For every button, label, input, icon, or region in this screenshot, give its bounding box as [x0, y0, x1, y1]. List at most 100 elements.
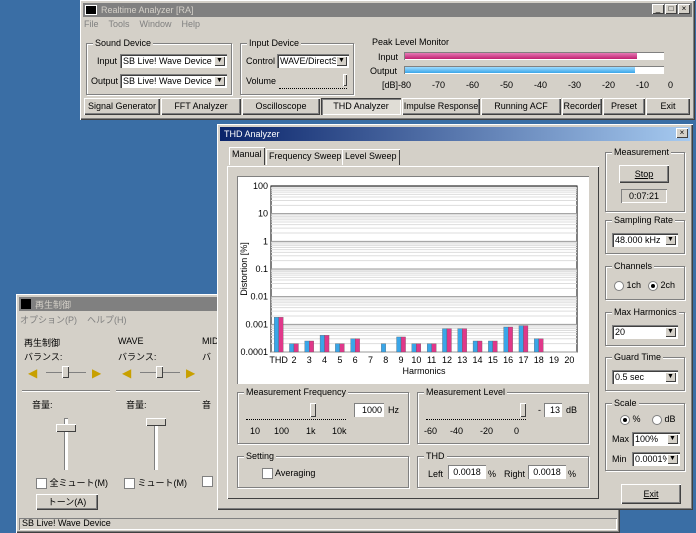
ra-titlebar[interactable]: Realtime Analyzer [RA] _ □ ×: [83, 3, 692, 17]
stop-button[interactable]: Stop: [619, 165, 669, 183]
bar: [472, 340, 478, 353]
mute-checkbox[interactable]: 全ミュート(M): [36, 476, 108, 490]
close-icon[interactable]: ×: [678, 4, 690, 14]
close-icon[interactable]: ×: [676, 128, 688, 138]
averaging-checkbox[interactable]: Averaging: [262, 468, 315, 480]
setting-group: Setting Averaging: [237, 451, 409, 488]
mute-checkbox[interactable]: [202, 476, 213, 488]
balance-slider-thumb[interactable]: [62, 366, 69, 378]
running-acf-button[interactable]: Running ACF: [481, 98, 561, 115]
peak-output-label: Output: [370, 66, 398, 76]
bar: [304, 340, 310, 353]
tab-frequency-sweep[interactable]: Frequency Sweep: [266, 149, 345, 165]
peak-input-meter: [404, 52, 664, 60]
recorder-button[interactable]: Recorder: [562, 98, 602, 115]
scale-db-radio[interactable]: dB: [652, 414, 676, 425]
frequency-tick: 1k: [306, 426, 316, 436]
balance-slider[interactable]: [140, 366, 180, 378]
mixer-column: WAVE バランス: ◀ ▶ 音量: ミュート(M): [116, 334, 202, 514]
scale-percent-radio[interactable]: %: [620, 414, 641, 425]
channel-2ch-radio[interactable]: 2ch: [648, 280, 675, 291]
signal-generator-button[interactable]: Signal Generator: [84, 98, 160, 115]
measurement-level-group: Measurement Level - 13 dB -60 -40 -20 0: [417, 387, 589, 444]
sampling-rate-select[interactable]: 48.000 kHz ▼: [612, 233, 678, 247]
mixer-menubar: オプション(P) ヘルプ(H): [20, 313, 127, 326]
control-label: Control: [246, 56, 276, 66]
volume-slider-thumb[interactable]: [146, 418, 166, 426]
level-tick: 0: [514, 426, 520, 436]
scale-max-select[interactable]: 100% ▼: [632, 432, 680, 446]
peak-tick: -10: [636, 80, 650, 90]
peak-tick: -70: [432, 80, 446, 90]
channel-2ch-label: 2ch: [660, 280, 676, 290]
output-device-select[interactable]: SB Live! Wave Device ▼: [120, 74, 227, 88]
chevron-down-icon: ▼: [667, 434, 678, 444]
maximize-icon[interactable]: □: [665, 4, 677, 14]
bar: [278, 317, 284, 353]
guard-time-select[interactable]: 0.5 sec ▼: [612, 370, 678, 384]
bar: [416, 343, 422, 353]
volume-slider[interactable]: [146, 418, 166, 470]
max-harmonics-select[interactable]: 20 ▼: [612, 325, 678, 339]
menu-help[interactable]: Help: [182, 19, 201, 29]
peak-tick: -60: [466, 80, 480, 90]
input-device-label: Input Device: [247, 38, 302, 48]
bar: [355, 338, 360, 353]
oscilloscope-button[interactable]: Oscilloscope: [242, 98, 320, 115]
exit-button[interactable]: Exit: [646, 98, 690, 115]
tab-level-sweep[interactable]: Level Sweep: [342, 149, 400, 165]
balance-slider-thumb[interactable]: [156, 366, 163, 378]
channel-1ch-radio[interactable]: 1ch: [614, 280, 641, 291]
menu-tools[interactable]: Tools: [109, 19, 130, 29]
control-select[interactable]: WAVE/DirectS ▼: [277, 54, 349, 68]
frequency-input[interactable]: 1000: [354, 403, 384, 417]
thd-exit-button[interactable]: Exit: [621, 484, 681, 504]
menu-help[interactable]: ヘルプ(H): [87, 313, 127, 326]
bar: [396, 336, 402, 353]
volume-slider[interactable]: [279, 74, 347, 89]
fft-analyzer-button[interactable]: FFT Analyzer: [161, 98, 241, 115]
balance-slider[interactable]: [46, 366, 86, 378]
volume-label: Volume: [246, 76, 277, 86]
scale-min-select[interactable]: 0.0001% ▼: [632, 452, 680, 466]
status-text: SB Live! Wave Device: [22, 518, 111, 528]
elapsed-time: 0:07:21: [621, 189, 667, 203]
ra-window: Realtime Analyzer [RA] _ □ × File Tools …: [80, 0, 695, 120]
tab-manual[interactable]: Manual: [229, 147, 265, 165]
bar: [319, 335, 325, 353]
level-slider-thumb[interactable]: [520, 403, 526, 417]
scale-db-label: dB: [664, 414, 676, 424]
divider: [116, 390, 200, 392]
bar: [400, 336, 406, 353]
x-tick-label: 16: [503, 355, 513, 365]
mute-checkbox[interactable]: ミュート(M): [124, 476, 187, 490]
frequency-slider-thumb[interactable]: [310, 403, 316, 417]
column-title: WAVE: [118, 336, 144, 346]
tone-button[interactable]: トーン(A): [36, 494, 98, 510]
thd-titlebar[interactable]: THD Analyzer ×: [220, 127, 690, 141]
menu-file[interactable]: File: [84, 19, 99, 29]
frequency-slider[interactable]: [246, 403, 346, 420]
guard-time-group: Guard Time 0.5 sec ▼: [605, 352, 685, 391]
output-label: Output: [91, 76, 119, 86]
volume-slider-thumb[interactable]: [343, 74, 347, 86]
frequency-tick: 100: [274, 426, 290, 436]
impulse-response-button[interactable]: Impulse Response: [402, 98, 480, 115]
scale-percent-label: %: [632, 414, 641, 424]
x-axis-label: Harmonics: [402, 366, 446, 376]
peak-input-label: Input: [378, 52, 399, 62]
thd-analyzer-button[interactable]: THD Analyzer: [321, 98, 401, 115]
level-slider[interactable]: [426, 403, 526, 420]
input-device-select[interactable]: SB Live! Wave Device ▼: [120, 54, 227, 68]
balance-label: バ: [202, 352, 212, 362]
x-tick-label: 9: [399, 355, 404, 365]
minimize-icon[interactable]: _: [652, 4, 664, 14]
volume-slider-thumb[interactable]: [56, 424, 76, 432]
volume-slider[interactable]: [56, 418, 76, 470]
menu-window[interactable]: Window: [140, 19, 172, 29]
level-input[interactable]: 13: [544, 403, 562, 417]
frequency-tick: 10k: [332, 426, 347, 436]
speaker-icon: [21, 299, 31, 309]
menu-options[interactable]: オプション(P): [20, 313, 77, 326]
preset-button[interactable]: Preset: [603, 98, 645, 115]
